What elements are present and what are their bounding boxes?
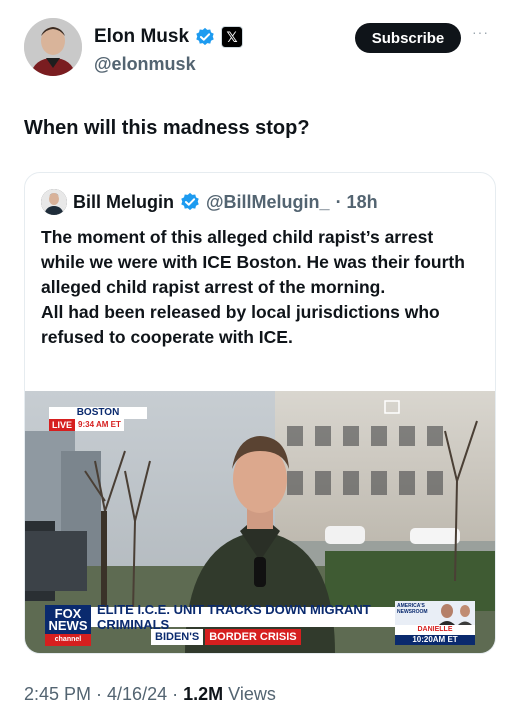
live-label: LIVE	[49, 419, 76, 431]
video-thumbnail[interactable]: BOSTON LIVE 9:34 AM ET FOX NEWS channel …	[25, 391, 495, 653]
network-logo: FOX NEWS channel	[45, 605, 91, 646]
sub-chyron-left: BIDEN'S	[151, 629, 204, 645]
tweet-text: When will this madness stop?	[24, 117, 310, 139]
quoted-tweet-header: Bill Melugin @BillMelugin_ · 18h	[41, 189, 378, 215]
quoted-tweet-text: The moment of this alleged child rapist’…	[41, 225, 481, 350]
tweet-meta: 2:45 PM · 4/16/24 · 1.2M Views	[24, 684, 276, 705]
quoted-tweet-card[interactable]: Bill Melugin @BillMelugin_ · 18h The mom…	[24, 172, 496, 654]
more-options-icon[interactable]: ···	[472, 24, 489, 40]
view-count: 1.2M	[183, 684, 224, 704]
views-label: Views	[228, 684, 276, 704]
x-logo-icon: 𝕏	[221, 26, 244, 48]
verified-badge-icon	[181, 192, 199, 211]
location-bug: BOSTON LIVE 9:34 AM ET	[49, 407, 149, 433]
quoted-tweet-time[interactable]: · 18h	[336, 192, 378, 213]
quoted-author-handle[interactable]: @BillMelugin_	[206, 192, 330, 213]
network-logo-line3: channel	[45, 634, 91, 646]
verified-badge-icon	[196, 27, 214, 46]
anchor-name: DANIELLE GERSHKOFF	[395, 625, 475, 643]
quoted-tweet-paragraph: The moment of this alleged child rapist’…	[41, 227, 465, 297]
quoted-author-name[interactable]: Bill Melugin	[73, 192, 174, 213]
quoted-author-avatar[interactable]	[41, 189, 67, 215]
broadcast-time: 10:20AM ET	[395, 635, 475, 645]
sub-chyron-right: BORDER CRISIS	[205, 629, 301, 645]
author-avatar[interactable]	[24, 18, 82, 76]
headline-chyron: ELITE I.C.E. UNIT TRACKS DOWN MIGRANT CR…	[91, 602, 397, 632]
anchor-card-image: AMERICA'S NEWSROOM	[395, 601, 475, 625]
quoted-tweet-paragraph: All had been released by local jurisdict…	[41, 302, 440, 347]
author-name-row: Elon Musk 𝕏	[94, 26, 244, 48]
author-handle[interactable]: @elonmusk	[94, 54, 196, 75]
sub-chyron: BIDEN'S BORDER CRISIS	[151, 629, 301, 645]
location-label: BOSTON	[49, 407, 147, 419]
show-name: AMERICA'S NEWSROOM	[397, 603, 428, 615]
subscribe-button[interactable]: Subscribe	[355, 23, 461, 53]
author-name[interactable]: Elon Musk	[94, 26, 189, 48]
anchor-card: AMERICA'S NEWSROOM DANIELLE GERSHKOFF 10…	[395, 601, 475, 645]
network-logo-line2: NEWS	[48, 618, 88, 633]
live-time: 9:34 AM ET	[75, 419, 124, 431]
tweet-timestamp[interactable]: 2:45 PM · 4/16/24 ·	[24, 684, 178, 704]
